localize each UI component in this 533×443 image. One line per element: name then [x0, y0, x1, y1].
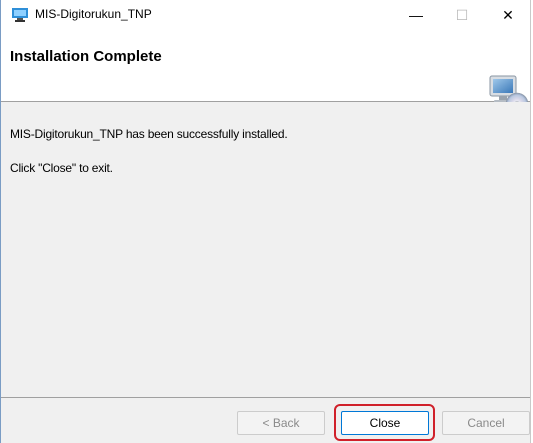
minimize-button[interactable]: — [393, 0, 439, 30]
success-message: MIS-Digitorukun_TNP has been successfull… [10, 127, 288, 141]
close-window-button[interactable]: ✕ [485, 0, 531, 30]
header-banner: Installation Complete [1, 30, 530, 116]
close-button-highlight [334, 404, 435, 441]
installer-window: MIS-Digitorukun_TNP — ☐ ✕ Installation C… [0, 0, 531, 443]
instruction-text: Click "Close" to exit. [10, 161, 113, 175]
installer-app-icon [12, 8, 28, 22]
maximize-button[interactable]: ☐ [439, 0, 485, 30]
page-title: Installation Complete [10, 48, 162, 65]
window-title: MIS-Digitorukun_TNP [35, 7, 152, 21]
back-button[interactable]: < Back [237, 411, 325, 435]
content-area: MIS-Digitorukun_TNP has been successfull… [1, 102, 530, 398]
cancel-button[interactable]: Cancel [442, 411, 530, 435]
title-bar[interactable]: MIS-Digitorukun_TNP — ☐ ✕ [1, 0, 530, 30]
button-bar: < Back Close Cancel [1, 398, 530, 443]
